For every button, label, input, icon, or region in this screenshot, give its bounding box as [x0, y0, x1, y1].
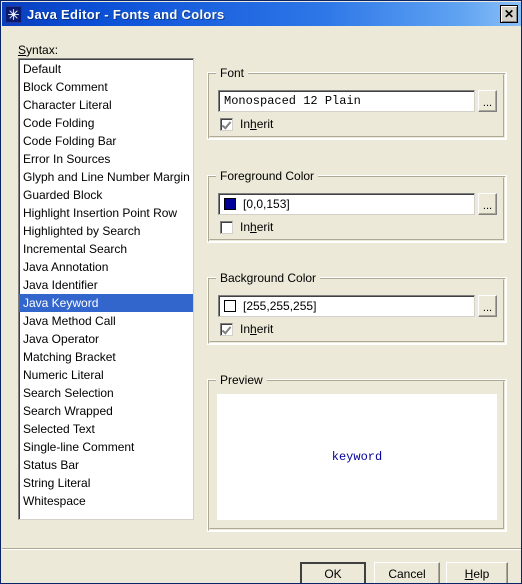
list-item[interactable]: Block Comment: [19, 78, 193, 96]
foreground-browse-button[interactable]: ...: [478, 193, 497, 215]
list-item[interactable]: Java Identifier: [19, 276, 193, 294]
font-browse-button[interactable]: ...: [478, 90, 497, 112]
foreground-inherit-label: Inherit: [240, 220, 274, 234]
background-group-title: Background Color: [216, 271, 321, 285]
font-input[interactable]: Monospaced 12 Plain: [218, 90, 475, 112]
list-item[interactable]: Whitespace: [19, 492, 193, 510]
preview-sample-text: keyword: [331, 450, 383, 464]
font-group-title: Font: [216, 66, 249, 80]
background-color-swatch: [224, 300, 236, 312]
background-inherit-checkbox[interactable]: [220, 322, 233, 336]
dialog-content: Syntax: Default Block Comment Character Li…: [2, 26, 521, 583]
list-item[interactable]: Search Wrapped: [19, 402, 193, 420]
list-item[interactable]: Numeric Literal: [19, 366, 193, 384]
list-item[interactable]: Java Operator: [19, 330, 193, 348]
list-item[interactable]: Matching Bracket: [19, 348, 193, 366]
window-title: Java Editor - Fonts and Colors: [27, 6, 225, 22]
foreground-color-group: Foreground Color [0,0,153] ... Inherit: [207, 169, 507, 243]
title-bar[interactable]: Java Editor - Fonts and Colors ✕: [2, 2, 521, 26]
list-item[interactable]: Glyph and Line Number Margin: [19, 168, 193, 186]
list-item[interactable]: Error In Sources: [19, 150, 193, 168]
bottom-divider: [2, 548, 521, 550]
background-color-input[interactable]: [255,255,255]: [218, 295, 475, 317]
font-field-row: Monospaced 12 Plain ...: [218, 90, 497, 112]
preview-group: Preview keyword: [207, 373, 507, 532]
help-button[interactable]: Help: [446, 562, 508, 583]
background-color-group: Background Color [255,255,255] ... Inher…: [207, 271, 507, 345]
font-inherit-checkbox[interactable]: [220, 117, 233, 131]
list-item[interactable]: Guarded Block: [19, 186, 193, 204]
syntax-label-accelerator: S: [18, 43, 27, 57]
syntax-listbox[interactable]: Default Block Comment Character Literal Cod…: [18, 58, 194, 520]
list-item[interactable]: Java Annotation: [19, 258, 193, 276]
background-browse-button[interactable]: ...: [478, 295, 497, 317]
foreground-field-row: [0,0,153] ...: [218, 193, 497, 215]
fonts-and-colors-dialog: Java Editor - Fonts and Colors ✕ Syntax:…: [0, 0, 522, 584]
font-inherit-checkbox-row[interactable]: Inherit: [220, 117, 273, 131]
list-item[interactable]: Single-line Comment: [19, 438, 193, 456]
list-item[interactable]: Search Selection: [19, 384, 193, 402]
list-item[interactable]: Default: [19, 60, 193, 78]
list-item[interactable]: Status Bar: [19, 456, 193, 474]
syntax-label-text: yntax:: [26, 43, 59, 57]
foreground-inherit-checkbox[interactable]: [220, 220, 233, 234]
preview-area: keyword: [217, 394, 497, 520]
background-inherit-label: Inherit: [240, 322, 274, 336]
foreground-group-title: Foreground Color: [216, 169, 319, 183]
list-item[interactable]: Selected Text: [19, 420, 193, 438]
foreground-inherit-checkbox-row[interactable]: Inherit: [220, 220, 273, 234]
syntax-list-label: Syntax:: [18, 43, 58, 57]
foreground-color-value: [0,0,153]: [243, 197, 290, 211]
foreground-color-swatch: [224, 198, 236, 210]
ok-button[interactable]: OK: [300, 562, 366, 583]
list-item[interactable]: Incremental Search: [19, 240, 193, 258]
background-color-value: [255,255,255]: [243, 299, 317, 313]
font-inherit-label: Inherit: [240, 117, 274, 131]
java-coffee-icon: [5, 5, 22, 23]
font-group: Font Monospaced 12 Plain ... Inherit: [207, 66, 507, 140]
list-item[interactable]: Highlighted by Search: [19, 222, 193, 240]
list-item[interactable]: Code Folding Bar: [19, 132, 193, 150]
background-inherit-checkbox-row[interactable]: Inherit: [220, 322, 273, 336]
preview-group-title: Preview: [216, 373, 267, 387]
foreground-color-input[interactable]: [0,0,153]: [218, 193, 475, 215]
list-item[interactable]: Highlight Insertion Point Row: [19, 204, 193, 222]
cancel-button[interactable]: Cancel: [374, 562, 440, 583]
close-icon[interactable]: ✕: [500, 5, 518, 23]
list-item[interactable]: Character Literal: [19, 96, 193, 114]
list-item[interactable]: Code Folding: [19, 114, 193, 132]
list-item[interactable]: Java Keyword: [19, 294, 193, 312]
background-field-row: [255,255,255] ...: [218, 295, 497, 317]
list-item[interactable]: Java Method Call: [19, 312, 193, 330]
list-item[interactable]: String Literal: [19, 474, 193, 492]
